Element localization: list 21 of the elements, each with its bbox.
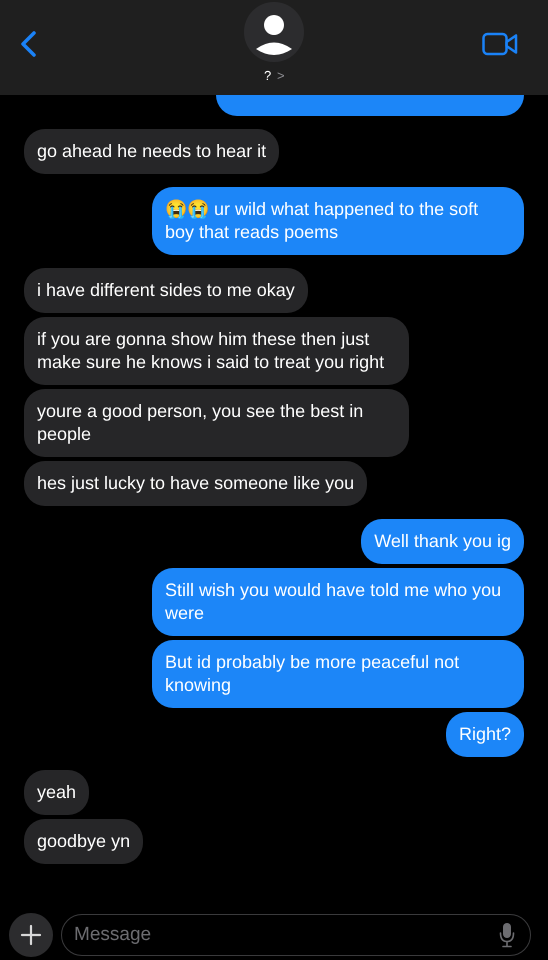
message-field[interactable]: Message — [61, 914, 531, 956]
message-bubble: Still wish you would have told me who you were — [152, 568, 524, 636]
message-bubble: goodbye yn — [24, 819, 144, 864]
message-bubble: go ahead he needs to hear it — [24, 129, 280, 174]
chevron-text: > — [277, 67, 285, 85]
message-bubble: hes just lucky to have someone like you — [24, 461, 368, 506]
message-bubble: Right? — [446, 712, 524, 757]
microphone-icon[interactable] — [499, 922, 515, 948]
message-bubble: i have different sides to me okay — [24, 268, 308, 313]
add-button[interactable] — [9, 913, 53, 957]
video-camera-icon[interactable] — [482, 31, 518, 57]
back-icon[interactable] — [18, 30, 38, 58]
contact-name[interactable]: ? — [264, 67, 272, 85]
avatar-icon[interactable] — [244, 2, 304, 62]
message-bubble: 😭😭 ur wild what happened to the soft boy that reads poems — [152, 187, 524, 255]
message-bubble: if you are gonna show him these then just make sure he knows i said to treat you right — [24, 317, 409, 385]
message-bubble: youre a good person, you see the best in people — [24, 389, 409, 457]
message-bubble: Well thank you ig — [361, 519, 524, 564]
message-bubble: yeah — [24, 770, 90, 815]
plus-icon[interactable] — [20, 924, 42, 946]
message-bubble: But id probably be more peaceful not knowing — [152, 640, 524, 708]
